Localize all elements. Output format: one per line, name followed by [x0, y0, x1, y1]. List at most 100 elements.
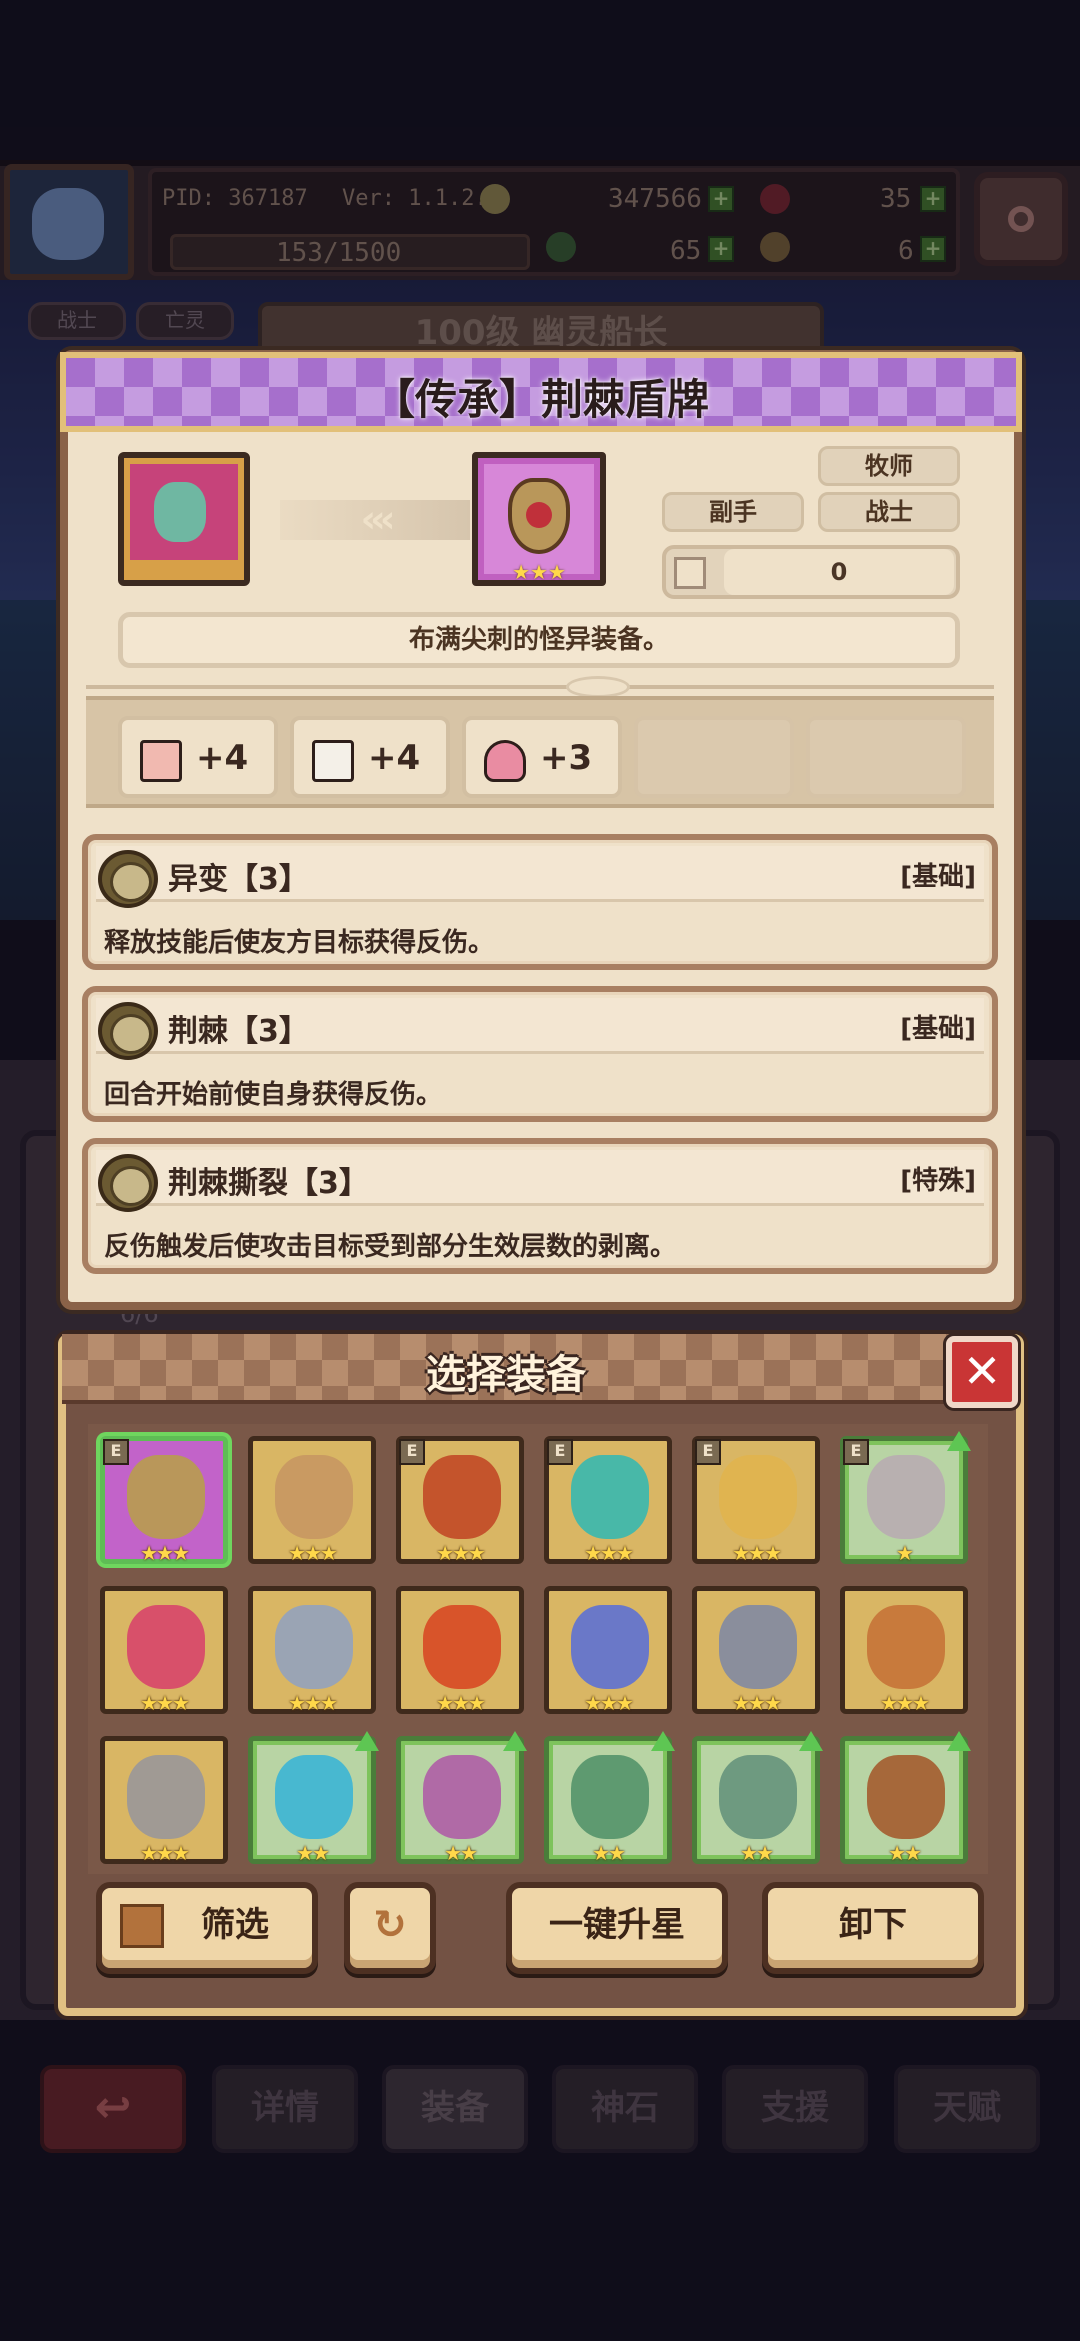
item-title: 【传承】荆棘盾牌 — [372, 375, 709, 424]
lava-shield-icon — [423, 1605, 501, 1689]
star-rating: ★ — [896, 1541, 914, 1565]
grid-icon — [674, 557, 706, 589]
star-rating: ★★ — [740, 1841, 774, 1865]
star-rating: ★★★ — [288, 1691, 338, 1715]
equipment-slot[interactable]: ★★★ — [248, 1436, 376, 1565]
equipped-badge: E — [547, 1439, 573, 1465]
iron-armor-icon — [867, 1455, 945, 1539]
item-stars: ★★★ — [512, 560, 566, 584]
trait-emblem-icon — [98, 850, 158, 908]
trait-name: 荆棘撕裂【3】 — [168, 1166, 369, 1201]
equipped-badge: E — [399, 1439, 425, 1465]
upgrade-arrow-icon — [947, 1731, 971, 1751]
upgrade-arrow-icon — [355, 1731, 379, 1751]
star-rating: ★★★ — [436, 1541, 486, 1565]
spear-icon — [127, 1755, 205, 1839]
star-rating: ★★★ — [288, 1541, 338, 1565]
pink-orb-icon — [423, 1755, 501, 1839]
equipped-badge: E — [103, 1439, 129, 1465]
equipment-slot[interactable]: ★★★ — [100, 1736, 228, 1865]
trait-name: 异变【3】 — [168, 862, 309, 897]
fire-barrel-icon — [423, 1455, 501, 1539]
slot-tag-offhand: 副手 — [662, 492, 804, 532]
heart-icon — [484, 740, 526, 782]
stat-strength-value: +4 — [196, 738, 249, 778]
star-rating: ★★★ — [880, 1691, 930, 1715]
portrait-head — [154, 482, 206, 542]
upgrade-all-button[interactable]: 一键升星 — [506, 1882, 728, 1974]
stat-intellect-value: +4 — [368, 738, 421, 778]
upgrade-arrow-icon — [651, 1731, 675, 1751]
equipped-badge: E — [843, 1439, 869, 1465]
upgrade-all-label: 一键升星 — [549, 1905, 685, 1945]
upgrade-arrow-icon — [799, 1731, 823, 1751]
trait-emblem-icon — [98, 1154, 158, 1212]
equipment-slot[interactable]: ★★ — [544, 1731, 675, 1865]
trait-card-thorn-rend: 荆棘撕裂【3】 [特殊] 反伤触发后使攻击目标受到部分生效层数的剥离。 — [82, 1138, 998, 1274]
item-icon-large: ★★★ — [472, 452, 606, 586]
equipment-slot[interactable]: ★★ — [692, 1731, 823, 1865]
star-rating: ★★★ — [140, 1691, 190, 1715]
equipment-slot[interactable]: ★★★ — [396, 1586, 524, 1715]
crystal-gem-icon — [571, 1455, 649, 1539]
stat-vitality: +3 — [462, 716, 622, 798]
class-tag-warrior-item: 战士 — [818, 492, 960, 532]
item-icon-bg — [484, 464, 594, 574]
gold-crest-icon — [275, 1455, 353, 1539]
item-detail-header: 【传承】荆棘盾牌 — [60, 352, 1022, 432]
star-rating: ★★★ — [732, 1541, 782, 1565]
star-rating: ★★ — [296, 1841, 330, 1865]
stat-vitality-value: +3 — [540, 738, 593, 778]
equipment-slot[interactable]: ★★★ — [248, 1586, 376, 1715]
owned-count: 0 — [724, 549, 954, 595]
unequip-button[interactable]: 卸下 — [762, 1882, 984, 1974]
green-lantern-icon — [571, 1755, 649, 1839]
trait-name: 荆棘【3】 — [168, 1014, 309, 1049]
equipment-slot[interactable]: E ★★★ — [396, 1436, 524, 1565]
trait-card-thorns: 荆棘【3】 [基础] 回合开始前使自身获得反伤。 — [82, 986, 998, 1122]
equipment-slot[interactable]: ★★ — [396, 1731, 527, 1865]
equipment-slot[interactable]: ★★ — [248, 1731, 379, 1865]
equipment-slot[interactable]: ★★★ — [100, 1586, 228, 1715]
refresh-button[interactable]: ↻ — [344, 1882, 436, 1974]
unequip-label: 卸下 — [839, 1905, 907, 1945]
star-rating: ★★★ — [732, 1691, 782, 1715]
equipment-slot[interactable]: E ★★★ — [692, 1436, 820, 1565]
hero-portrait[interactable] — [118, 452, 250, 586]
trait-emblem-icon — [98, 1002, 158, 1060]
equipment-slot[interactable]: ★★★ — [692, 1586, 820, 1715]
equipment-slot[interactable]: E ★ — [840, 1431, 971, 1565]
equipment-slot[interactable]: E ★★★ — [100, 1436, 228, 1565]
star-rating: ★★★ — [584, 1691, 634, 1715]
trait-tag: [特殊] — [900, 1166, 976, 1196]
star-rating: ★★ — [592, 1841, 626, 1865]
equipment-slot[interactable]: ★★★ — [544, 1586, 672, 1715]
owned-count-box: 0 — [662, 545, 960, 599]
star-rating: ★★ — [444, 1841, 478, 1865]
thorn-shield-icon — [127, 1455, 205, 1539]
close-button[interactable]: ✕ — [946, 1336, 1018, 1408]
upgrade-arrow-icon — [947, 1431, 971, 1451]
golden-chest-icon — [867, 1605, 945, 1689]
shield-gem-icon — [526, 502, 552, 528]
filter-label: 筛选 — [201, 1905, 269, 1945]
crossed-swords-icon — [275, 1605, 353, 1689]
trait-card-mutation: 异变【3】 [基础] 释放技能后使友方目标获得反伤。 — [82, 834, 998, 970]
upgrade-arrow-icon — [503, 1731, 527, 1751]
filter-button[interactable]: 筛选 — [96, 1882, 318, 1974]
horned-armor-icon — [867, 1755, 945, 1839]
class-tag-priest: 牧师 — [818, 446, 960, 486]
star-rating: ★★★ — [140, 1841, 190, 1865]
blue-staff-icon — [571, 1605, 649, 1689]
select-title: 选择装备 — [426, 1352, 586, 1398]
equipment-slot[interactable]: E ★★★ — [544, 1436, 672, 1565]
equipment-slot[interactable]: ★★★ — [840, 1586, 968, 1715]
dagger-icon — [719, 1605, 797, 1689]
equipped-badge: E — [695, 1439, 721, 1465]
equipment-slot[interactable]: ★★ — [840, 1731, 971, 1865]
refresh-icon: ↻ — [373, 1902, 407, 1948]
star-rating: ★★★ — [140, 1541, 190, 1565]
select-equipment-header: 选择装备 — [62, 1334, 950, 1404]
stat-empty-slot — [806, 716, 966, 798]
trait-text: 释放技能后使友方目标获得反伤。 — [104, 928, 495, 958]
